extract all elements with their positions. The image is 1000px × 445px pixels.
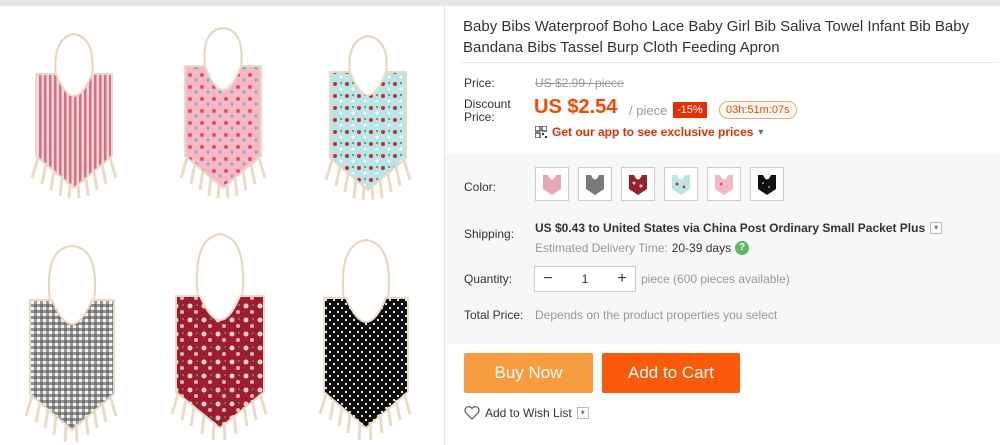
gingham-bib-image[interactable] <box>10 244 134 444</box>
shipping-text: US $0.43 to United States via China Post… <box>535 221 926 235</box>
color-label: Color: <box>464 180 497 194</box>
heart-icon <box>464 406 480 420</box>
wishlist-text: Add to Wish List <box>485 406 572 420</box>
discount-price: US $2.54 <box>534 96 618 118</box>
caret-down-icon: ▾ <box>758 126 764 138</box>
qr-code-icon <box>535 126 547 138</box>
app-prices-text: Get our app to see exclusive prices <box>552 125 754 139</box>
stock-availability: piece (600 pieces available) <box>641 272 790 286</box>
pink-stripe-bib-image[interactable] <box>14 28 134 198</box>
add-to-cart-button[interactable]: Add to Cart <box>602 353 740 393</box>
chevron-down-icon[interactable]: ▾ <box>576 407 589 419</box>
discount-label-line1: Discount <box>464 97 511 111</box>
shipping-label: Shipping: <box>464 227 515 241</box>
eta-days: 20-39 days <box>671 241 732 255</box>
price-unit: / piece <box>629 103 668 118</box>
swatch-gray[interactable] <box>578 167 612 201</box>
countdown-timer: 03h:51m:07s <box>719 101 797 119</box>
original-price: US $2.99 / piece <box>535 76 624 90</box>
quantity-label: Quantity: <box>464 272 513 286</box>
swatch-aqua-floral[interactable] <box>664 167 698 201</box>
pink-floral-bib-image[interactable] <box>163 24 283 198</box>
price-label: Price: <box>464 76 495 90</box>
aqua-floral-bib-image[interactable] <box>308 32 428 200</box>
decrease-quantity-button[interactable]: − <box>535 267 561 291</box>
swatch-pink-floral[interactable] <box>707 167 741 201</box>
increase-quantity-button[interactable]: + <box>609 267 635 291</box>
chevron-down-icon: ▾ <box>930 222 943 234</box>
product-info-panel: Baby Bibs Waterproof Boho Lace Baby Girl… <box>445 6 1000 445</box>
swatch-red-floral[interactable] <box>621 167 655 201</box>
app-exclusive-prices-link[interactable]: Get our app to see exclusive prices ▾ <box>535 125 763 139</box>
eta-label: Estimated Delivery Time: <box>535 241 668 255</box>
total-price-value: Depends on the product properties you se… <box>535 308 778 322</box>
product-gallery <box>0 6 444 445</box>
black-polka-bib-image[interactable] <box>304 238 428 443</box>
total-price-label: Total Price: <box>464 308 524 322</box>
color-swatches <box>535 167 784 201</box>
red-floral-bib-image[interactable] <box>158 232 282 442</box>
delivery-estimate: Estimated Delivery Time: 20-39 days ? <box>535 241 750 255</box>
product-title: Baby Bibs Waterproof Boho Lace Baby Girl… <box>463 18 970 56</box>
shipping-method-selector[interactable]: US $0.43 to United States via China Post… <box>535 221 943 235</box>
swatch-pink-stripe[interactable] <box>535 167 569 201</box>
quantity-stepper: − 1 + <box>534 266 636 292</box>
help-icon[interactable]: ? <box>735 241 750 255</box>
buy-now-button[interactable]: Buy Now <box>464 353 593 393</box>
swatch-black-polka[interactable] <box>750 167 784 201</box>
add-to-wishlist-link[interactable]: Add to Wish List ▾ <box>464 406 589 420</box>
discount-label-line2: Price: <box>464 110 495 124</box>
discount-badge: -15% <box>673 102 707 118</box>
title-divider <box>461 62 996 63</box>
quantity-input[interactable]: 1 <box>561 272 609 286</box>
